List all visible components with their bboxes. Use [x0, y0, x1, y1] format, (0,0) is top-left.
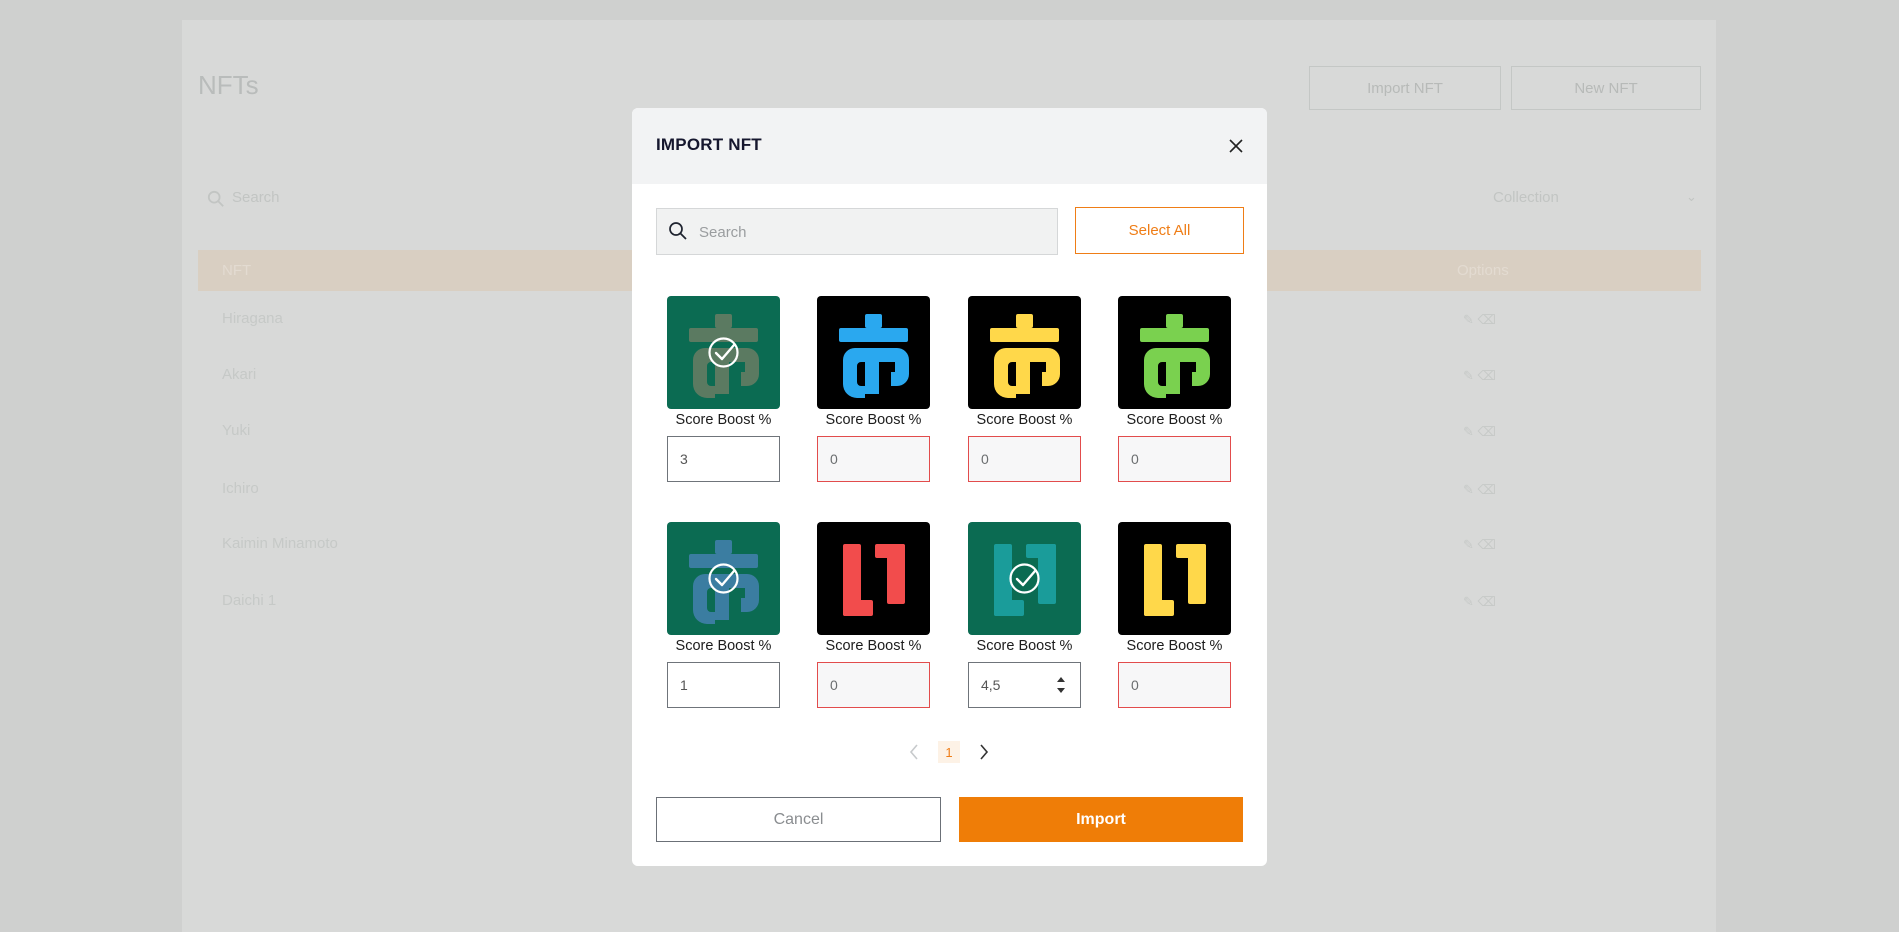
modal-title: IMPORT NFT [656, 135, 762, 154]
import-nft-button: Import NFT [1309, 66, 1501, 110]
new-nft-button: New NFT [1511, 66, 1701, 110]
search-field[interactable] [656, 208, 1058, 256]
check-circle-icon [708, 337, 739, 368]
search-icon [207, 190, 224, 207]
page-title: NFTs [198, 70, 259, 100]
nft-thumbnail[interactable] [1118, 296, 1231, 409]
nft-thumbnail[interactable] [1118, 522, 1231, 635]
table-row: Kaimin Minamoto [222, 535, 338, 552]
score-boost-input[interactable] [667, 436, 780, 482]
column-header-options: Options [1457, 262, 1509, 279]
nft-thumbnail[interactable] [817, 296, 930, 409]
score-boost-label: Score Boost % [1126, 638, 1223, 654]
nft-thumbnail[interactable] [817, 522, 930, 635]
search-icon [669, 222, 687, 240]
score-boost-label: Score Boost % [675, 638, 772, 654]
background-search-input: Search [232, 189, 280, 206]
pagination-next-icon[interactable] [977, 742, 991, 762]
nft-thumbnail[interactable] [968, 296, 1081, 409]
table-row: Yuki [222, 422, 251, 439]
row-options-icon: ✎ ⌫ [1463, 482, 1496, 497]
score-boost-input[interactable] [667, 662, 780, 708]
cancel-button[interactable]: Cancel [656, 797, 941, 842]
check-circle-icon [708, 563, 739, 594]
close-icon [1229, 139, 1243, 153]
import-button[interactable]: Import [959, 797, 1243, 842]
score-boost-label: Score Boost % [825, 638, 922, 654]
score-boost-label: Score Boost % [976, 412, 1073, 428]
select-all-button[interactable]: Select All [1075, 207, 1244, 254]
nft-thumbnail[interactable] [667, 522, 780, 635]
import-nft-modal: IMPORT NFT Select All Score Boost % Score… [632, 108, 1267, 866]
score-boost-input[interactable] [817, 662, 930, 708]
nft-thumbnail[interactable] [667, 296, 780, 409]
nft-thumbnail[interactable] [968, 522, 1081, 635]
score-boost-label: Score Boost % [1126, 412, 1223, 428]
table-row: Akari [222, 366, 257, 383]
row-options-icon: ✎ ⌫ [1463, 368, 1496, 383]
collection-filter: Collection [1493, 189, 1559, 206]
score-boost-input[interactable] [1118, 662, 1231, 708]
table-row: Daichi 1 [222, 592, 277, 609]
column-header-nft: NFT [222, 262, 252, 279]
chevron-down-icon: ⌄ [1686, 189, 1697, 204]
row-options-icon: ✎ ⌫ [1463, 424, 1496, 439]
score-boost-input[interactable] [1118, 436, 1231, 482]
table-row: Hiragana [222, 310, 283, 327]
row-options-icon: ✎ ⌫ [1463, 537, 1496, 552]
pagination-prev-icon[interactable] [907, 742, 921, 762]
search-input[interactable] [697, 209, 1051, 256]
close-button[interactable] [1222, 132, 1250, 160]
score-boost-label: Score Boost % [675, 412, 772, 428]
row-options-icon: ✎ ⌫ [1463, 594, 1496, 609]
check-circle-icon [1009, 563, 1040, 594]
score-boost-label: Score Boost % [976, 638, 1073, 654]
table-row: Ichiro [222, 480, 259, 497]
modal-header: IMPORT NFT [632, 108, 1267, 184]
score-boost-input[interactable] [817, 436, 930, 482]
score-boost-input[interactable] [968, 436, 1081, 482]
number-stepper-icon[interactable] [1054, 674, 1068, 696]
row-options-icon: ✎ ⌫ [1463, 312, 1496, 327]
pagination-page-1[interactable]: 1 [938, 741, 960, 763]
score-boost-label: Score Boost % [825, 412, 922, 428]
